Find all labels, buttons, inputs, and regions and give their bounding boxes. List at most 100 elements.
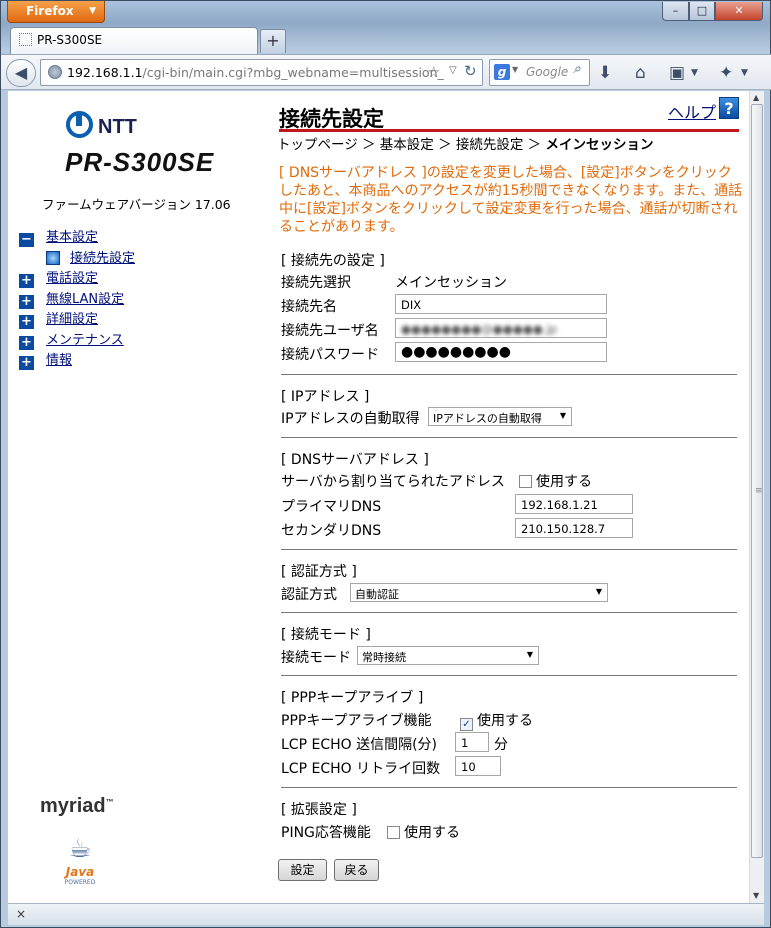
- expand-icon[interactable]: +: [19, 315, 34, 329]
- chevron-down-icon[interactable]: ▼: [741, 68, 748, 78]
- section-header-ppp: [ PPPキープアライブ ]: [281, 690, 424, 706]
- addon-icon[interactable]: ✦: [719, 63, 733, 83]
- ppp-func-label: PPPキープアライブ機能: [281, 713, 432, 729]
- bookmark-star-icon[interactable]: ☆: [427, 63, 440, 81]
- dns-secondary-label: セカンダリDNS: [281, 523, 382, 539]
- back-page-button[interactable]: 戻る: [334, 859, 379, 881]
- new-tab-button[interactable]: +: [260, 29, 286, 53]
- url-host: 192.168.1.1: [67, 65, 143, 80]
- sidebar-link-info[interactable]: 情報: [46, 353, 72, 368]
- save-button[interactable]: 設定: [278, 859, 327, 881]
- tab-pr-s300se[interactable]: PR-S300SE: [10, 27, 258, 55]
- connection-name-input[interactable]: DIX: [395, 294, 607, 314]
- sidebar-link-phone[interactable]: 電話設定: [46, 271, 98, 286]
- url-bar[interactable]: 192.168.1.1/cgi-bin/main.cgi?mbg_webname…: [40, 59, 483, 86]
- dns-assigned-checkbox[interactable]: 使用する: [519, 471, 592, 491]
- sidebar-item-maintenance[interactable]: + メンテナンス: [19, 329, 124, 350]
- dns-secondary-input[interactable]: 210.150.128.7: [515, 518, 633, 538]
- sidebar-item-wlan[interactable]: + 無線LAN設定: [19, 288, 124, 309]
- sidebar-link-advanced[interactable]: 詳細設定: [46, 312, 98, 327]
- vertical-scrollbar[interactable]: ▲ ≡ ▼: [749, 91, 764, 903]
- connection-select-label: 接続先選択: [281, 275, 351, 291]
- expand-icon[interactable]: +: [19, 336, 34, 350]
- sidebar-link-wlan[interactable]: 無線LAN設定: [46, 292, 124, 307]
- section-header-ext: [ 拡張設定 ]: [281, 802, 357, 818]
- connection-user-label: 接続先ユーザ名: [281, 323, 379, 339]
- history-dropdown-icon[interactable]: ▽: [449, 65, 457, 76]
- section-header-dns: [ DNSサーバアドレス ]: [281, 452, 429, 468]
- ppp-use-label: 使用する: [477, 713, 533, 729]
- connection-name-label: 接続先名: [281, 299, 337, 315]
- checkbox-unchecked[interactable]: [387, 826, 400, 839]
- scroll-down-icon[interactable]: ▼: [753, 891, 759, 900]
- section-header-ip: [ IPアドレス ]: [281, 389, 370, 405]
- scrollbar-thumb[interactable]: ≡: [751, 104, 763, 858]
- ppp-func-checkbox[interactable]: ✓ 使用する: [460, 710, 533, 731]
- minimize-button[interactable]: –: [662, 2, 689, 21]
- sidebar-item-basic[interactable]: − 基本設定: [19, 226, 98, 247]
- help-link[interactable]: ヘルプ: [668, 99, 716, 123]
- chevron-down-icon[interactable]: ▼: [691, 68, 698, 78]
- chevron-down-icon: ▼: [559, 411, 566, 420]
- ping-use-label: 使用する: [404, 825, 460, 841]
- auth-label: 認証方式: [281, 587, 337, 603]
- divider: [281, 612, 737, 613]
- sidebar-link-maintenance[interactable]: メンテナンス: [46, 333, 124, 348]
- java-cup-icon: ☕: [68, 834, 92, 864]
- expand-icon[interactable]: +: [19, 295, 34, 309]
- back-button[interactable]: ◀: [6, 59, 36, 87]
- close-window-button[interactable]: ✕: [715, 2, 763, 21]
- page-icon: [19, 33, 32, 46]
- checkbox-unchecked[interactable]: [519, 475, 532, 488]
- ping-checkbox[interactable]: 使用する: [387, 822, 460, 842]
- model-logo: PR-S300SE: [65, 147, 215, 177]
- download-icon[interactable]: ⬇: [598, 63, 612, 83]
- auth-select[interactable]: 自動認証 ▼: [350, 583, 608, 602]
- sidebar-item-info[interactable]: + 情報: [19, 349, 72, 370]
- search-placeholder: Google: [526, 65, 569, 79]
- expand-icon[interactable]: +: [19, 274, 34, 288]
- ip-auto-label: IPアドレスの自動取得: [281, 411, 420, 427]
- ip-auto-select[interactable]: IPアドレスの自動取得 ▼: [428, 407, 572, 426]
- help-icon[interactable]: ?: [719, 97, 739, 119]
- scroll-up-icon[interactable]: ▲: [753, 93, 759, 102]
- dns-primary-input[interactable]: 192.168.1.21: [515, 494, 633, 514]
- maximize-button[interactable]: □: [689, 2, 715, 21]
- sidebar-link-basic[interactable]: 基本設定: [46, 230, 98, 245]
- auth-value: 自動認証: [355, 588, 399, 601]
- ppp-interval-input[interactable]: 1: [455, 732, 489, 752]
- connection-password-label: 接続パスワード: [281, 347, 379, 363]
- sidebar-item-advanced[interactable]: + 詳細設定: [19, 308, 98, 329]
- breadcrumb-current: メインセッション: [545, 137, 654, 153]
- checkbox-checked[interactable]: ✓: [460, 718, 473, 731]
- sidebar-item-connection[interactable]: 接続先設定: [46, 247, 135, 266]
- dns-primary-label: プライマリDNS: [281, 499, 382, 515]
- mode-select[interactable]: 常時接続 ▼: [357, 646, 539, 665]
- section-header-connection: [ 接続先の設定 ]: [281, 253, 385, 269]
- ntt-logo: NTT: [66, 111, 137, 139]
- navigation-toolbar: ◀ 192.168.1.1/cgi-bin/main.cgi?mbg_webna…: [1, 54, 771, 90]
- connection-user-input[interactable]: ●●●●●●●●@●●●●●.jp: [395, 318, 607, 338]
- bookmarks-icon[interactable]: ▣: [669, 63, 685, 83]
- java-label: Java: [65, 865, 95, 879]
- dns-assigned-label: サーバから割り当てられたアドレス: [281, 474, 505, 490]
- close-addon-bar-icon[interactable]: ×: [16, 907, 26, 921]
- divider: [281, 437, 737, 438]
- search-icon[interactable]: ⌕: [573, 61, 581, 77]
- connection-password-input[interactable]: ●●●●●●●●●: [395, 342, 607, 362]
- mode-value: 常時接続: [362, 651, 406, 664]
- title-underline: [279, 129, 739, 132]
- chevron-down-icon[interactable]: ▼: [512, 65, 518, 74]
- breadcrumb-path: トップページ ＞ 基本設定 ＞ 接続先設定 ＞: [277, 137, 542, 153]
- collapse-icon[interactable]: −: [19, 233, 34, 247]
- chevron-down-icon: ▼: [526, 650, 533, 659]
- sidebar-item-phone[interactable]: + 電話設定: [19, 267, 98, 288]
- search-input[interactable]: g ▼ Google ⌕: [489, 59, 590, 86]
- sidebar-link-connection[interactable]: 接続先設定: [70, 251, 135, 266]
- ppp-retry-input[interactable]: 10: [455, 756, 501, 776]
- warning-text: [ DNSサーバアドレス ]の設定を変更した場合、[設定]ボタンをクリックしたあ…: [279, 165, 743, 235]
- firefox-menu-button[interactable]: Firefox ▼: [7, 1, 105, 23]
- expand-icon[interactable]: +: [19, 356, 34, 370]
- reload-icon[interactable]: ↻: [464, 62, 477, 80]
- home-icon[interactable]: ⌂: [635, 63, 646, 83]
